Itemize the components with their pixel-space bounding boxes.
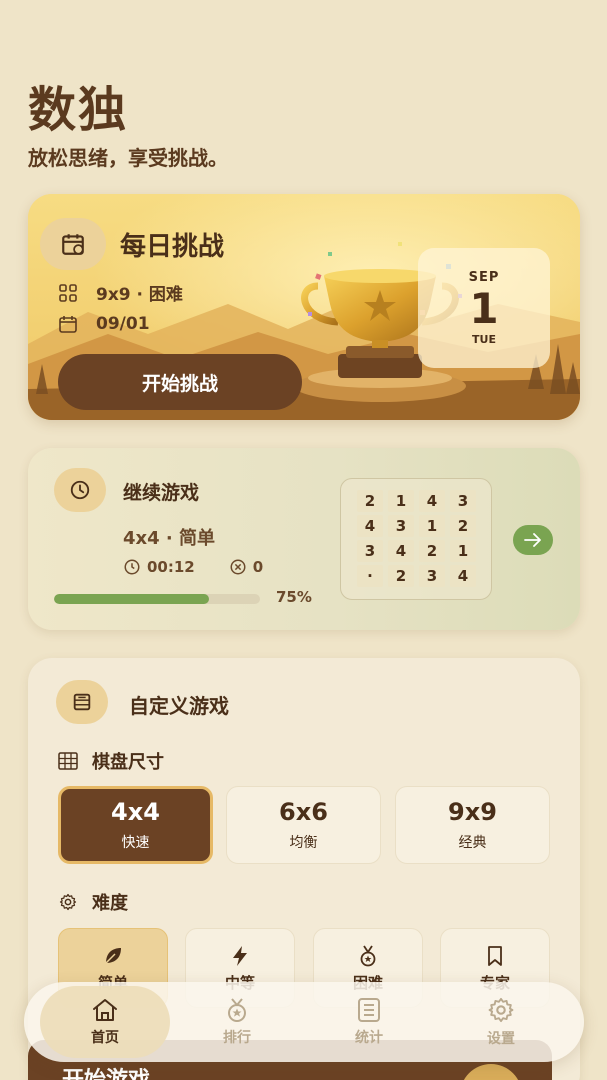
size-label: 快速	[121, 835, 150, 851]
leaf-icon	[105, 947, 121, 964]
progress-fill	[54, 594, 209, 604]
mini-board-cell: 2	[419, 540, 445, 562]
continue-icon-badge	[54, 468, 106, 512]
calendar-date-tile: SEP 1 TUE	[418, 248, 550, 368]
daily-date: 09/01	[96, 314, 150, 334]
nav-item-ranking[interactable]: 排行	[172, 986, 302, 1058]
mistakes-icon	[230, 559, 246, 575]
mini-board-cell: 4	[388, 540, 414, 562]
progress-bar	[54, 594, 260, 604]
calendar-weekday: TUE	[472, 333, 496, 346]
mini-board-cell: 3	[388, 515, 414, 537]
lightning-icon	[233, 945, 247, 966]
medal-icon	[360, 945, 376, 966]
progress-percent: 75%	[276, 588, 312, 606]
mini-board-cell: 1	[450, 540, 476, 562]
calendar-small-icon	[59, 316, 77, 333]
start-game-label: 开始游戏	[62, 1068, 150, 1080]
timer-icon	[124, 559, 140, 575]
custom-game-title: 自定义游戏	[129, 694, 229, 718]
bookmark-icon	[488, 945, 502, 966]
mini-board-cell: ·	[357, 565, 383, 587]
nav-item-stats[interactable]: 统计	[304, 986, 434, 1058]
daily-size-difficulty-row: 9x9 · 困难	[58, 280, 183, 305]
continue-game-title: 继续游戏	[123, 482, 200, 504]
mini-board-cell: 3	[419, 565, 445, 587]
nav-item-settings[interactable]: 设置	[436, 986, 566, 1058]
board-size-heading: 棋盘尺寸	[58, 748, 164, 774]
clock-icon	[70, 480, 90, 500]
app-subtitle: 放松思绪，享受挑战。	[28, 146, 228, 170]
nav-label: 统计	[355, 1030, 383, 1046]
continue-game-mode: 4x4 · 简单	[123, 528, 216, 549]
mini-board-cell: 2	[388, 565, 414, 587]
size-option-6x6[interactable]: 6x6 均衡	[226, 786, 381, 864]
table-icon	[58, 752, 78, 770]
calendar-icon	[62, 234, 84, 255]
nav-label: 首页	[91, 1030, 119, 1046]
difficulty-heading: 难度	[58, 889, 128, 915]
daily-size-difficulty: 9x9 · 困难	[96, 285, 183, 305]
mini-board-cell: 4	[357, 515, 383, 537]
start-challenge-button[interactable]: 开始挑战	[58, 354, 302, 410]
stats-icon	[358, 998, 380, 1022]
elapsed-time: 00:12	[147, 558, 195, 576]
gear-icon	[59, 893, 77, 911]
calendar-day: 1	[469, 284, 499, 333]
mini-board-cell: 3	[357, 540, 383, 562]
settings-icon	[488, 997, 514, 1023]
board-size-label: 棋盘尺寸	[92, 752, 164, 773]
play-icon	[460, 1064, 522, 1080]
grid-icon	[59, 283, 77, 302]
ranking-icon	[228, 998, 246, 1022]
mini-board-cell: 3	[450, 490, 476, 512]
daily-challenge-title: 每日挑战	[120, 232, 225, 262]
mini-board-cell: 2	[450, 515, 476, 537]
daily-challenge-card[interactable]: 每日挑战 9x9 · 困难 09/01 开始挑战 SEP 1 TUE	[28, 194, 580, 420]
home-icon	[93, 999, 117, 1021]
daily-icon-badge	[40, 218, 106, 270]
mini-board-cell: 4	[419, 490, 445, 512]
size-label: 均衡	[289, 835, 318, 851]
mistake-count: 0	[252, 558, 264, 576]
size-value: 9x9	[448, 798, 497, 826]
arrow-right-icon	[524, 533, 541, 547]
mini-sudoku-board: 2 1 4 3 4 3 1 2 3 4 2 1 · 2 3 4	[340, 478, 492, 600]
continue-game-stats: 00:12 0	[123, 558, 263, 576]
mini-board-cell: 4	[450, 565, 476, 587]
board-icon	[73, 693, 91, 711]
size-value: 4x4	[111, 798, 160, 826]
calendar-month: SEP	[468, 270, 500, 285]
mini-board-cell: 1	[388, 490, 414, 512]
size-option-9x9[interactable]: 9x9 经典	[395, 786, 550, 864]
mini-board-cell: 1	[419, 515, 445, 537]
app-title: 数独	[28, 82, 129, 138]
continue-button[interactable]	[513, 525, 553, 555]
size-option-4x4[interactable]: 4x4 快速	[58, 786, 213, 864]
difficulty-label: 难度	[92, 893, 128, 914]
nav-label: 排行	[223, 1030, 251, 1046]
continue-game-card[interactable]: 继续游戏 4x4 · 简单 00:12 0 75% 2 1 4 3 4 3 1 2 3 4 2 1 · 2…	[28, 448, 580, 630]
nav-label: 设置	[487, 1031, 515, 1047]
daily-date-row: 09/01	[58, 314, 150, 334]
mini-board-cell: 2	[357, 490, 383, 512]
custom-icon-badge	[56, 680, 108, 724]
nav-item-home[interactable]: 首页	[40, 986, 170, 1058]
size-value: 6x6	[279, 798, 328, 826]
home-screen: 数独 放松思绪，享受挑战。 每日挑战 9x9 · 困难 09/01 开始挑战 S…	[0, 0, 607, 1080]
bottom-navigation: 首页 排行 统计 设置	[24, 982, 584, 1062]
size-label: 经典	[458, 835, 487, 851]
